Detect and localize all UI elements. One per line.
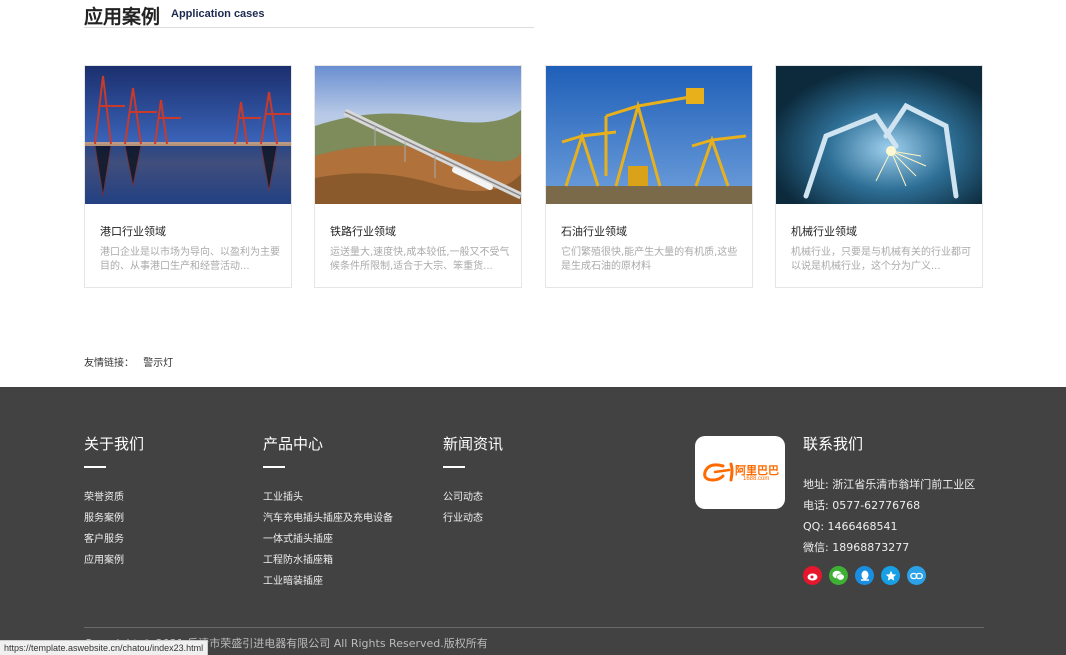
footer-divider — [84, 627, 984, 628]
case-image-machinery[interactable] — [776, 66, 982, 204]
status-url: https://template.aswebsite.cn/chatou/ind… — [4, 643, 204, 653]
social-icons — [803, 566, 926, 585]
title-underline — [443, 466, 465, 468]
case-desc: 运送量大,速度快,成本较低,一般又不受气候条件所限制,适合于大宗、笨重货... — [330, 247, 510, 272]
case-card-port[interactable]: 港口行业领域 港口企业是以市场为导向、以盈利为主要目的、从事港口生产和经营活动.… — [84, 65, 292, 288]
contact-phone: 电话: 0577-62776768 — [803, 499, 921, 512]
qzone-icon[interactable] — [881, 566, 900, 585]
case-card-railway[interactable]: 铁路行业领域 运送量大,速度快,成本较低,一般又不受气候条件所限制,适合于大宗、… — [314, 65, 522, 288]
case-title[interactable]: 港口行业领域 — [100, 223, 166, 239]
section-header: 应用案例 Application cases — [84, 0, 534, 28]
title-underline — [84, 466, 106, 468]
case-title[interactable]: 铁路行业领域 — [330, 223, 396, 239]
contact-wechat: 微信: 18968873277 — [803, 541, 910, 554]
case-title[interactable]: 机械行业领域 — [791, 223, 857, 239]
footer-link[interactable]: 一体式插头插座 — [263, 529, 393, 550]
alibaba-1688-logo[interactable]: 阿里巴巴 1688.com — [695, 436, 785, 509]
footer: 关于我们 荣誉资质 服务案例 客户服务 应用案例 产品中心 工业插头 汽车充电插… — [0, 387, 1066, 655]
footer-link[interactable]: 公司动态 — [443, 487, 503, 508]
footer-about: 关于我们 荣誉资质 服务案例 客户服务 应用案例 — [84, 433, 144, 571]
footer-products: 产品中心 工业插头 汽车充电插头插座及充电设备 一体式插头插座 工程防水插座箱 … — [263, 433, 393, 592]
page: 应用案例 Application cases 港口行业领域 港口企业是以市场为导… — [0, 0, 1066, 655]
case-card-oil[interactable]: 石油行业领域 它们繁殖很快,能产生大量的有机质,这些是生成石油的原材料 — [545, 65, 753, 288]
wechat-icon[interactable] — [829, 566, 848, 585]
case-image-oil[interactable] — [546, 66, 752, 204]
footer-link[interactable]: 工业插头 — [263, 487, 393, 508]
footer-news: 新闻资讯 公司动态 行业动态 — [443, 433, 503, 529]
footer-link[interactable]: 工程防水插座箱 — [263, 550, 393, 571]
case-desc: 港口企业是以市场为导向、以盈利为主要目的、从事港口生产和经营活动... — [100, 247, 280, 272]
case-card-machinery[interactable]: 机械行业领域 机械行业，只要是与机械有关的行业都可以说是机械行业，这个分为广义.… — [775, 65, 983, 288]
section-subtitle: Application cases — [171, 8, 265, 20]
footer-link[interactable]: 汽车充电插头插座及充电设备 — [263, 508, 393, 529]
footer-link[interactable]: 应用案例 — [84, 550, 144, 571]
title-underline — [263, 466, 285, 468]
contact-address: 地址: 浙江省乐清市翁垟门前工业区 — [803, 478, 976, 491]
footer-link[interactable]: 服务案例 — [84, 508, 144, 529]
footer-link[interactable]: 客户服务 — [84, 529, 144, 550]
friend-links: 友情链接： 警示灯 — [84, 354, 173, 369]
footer-products-title[interactable]: 产品中心 — [263, 433, 393, 454]
footer-news-title[interactable]: 新闻资讯 — [443, 433, 503, 454]
footer-link[interactable]: 工业暗装插座 — [263, 571, 393, 592]
qq-icon[interactable] — [855, 566, 874, 585]
footer-contact: 联系我们 地址: 浙江省乐清市翁垟门前工业区 电话: 0577-62776768… — [803, 433, 975, 558]
footer-link[interactable]: 荣誉资质 — [84, 487, 144, 508]
footer-link[interactable]: 行业动态 — [443, 508, 503, 529]
contact-qq: QQ: 1466468541 — [803, 520, 898, 533]
footer-about-title[interactable]: 关于我们 — [84, 433, 144, 454]
footer-contact-title: 联系我们 — [803, 435, 864, 453]
friend-links-label: 友情链接： — [84, 358, 134, 369]
case-desc: 机械行业，只要是与机械有关的行业都可以说是机械行业，这个分为广义... — [791, 247, 971, 272]
case-title[interactable]: 石油行业领域 — [561, 223, 627, 239]
friend-link-item[interactable]: 警示灯 — [143, 358, 173, 369]
section-title: 应用案例 — [84, 6, 161, 28]
logo-domain-text: 1688.com — [743, 476, 770, 482]
case-image-railway[interactable] — [315, 66, 521, 204]
case-image-port[interactable] — [85, 66, 291, 204]
case-desc: 它们繁殖很快,能产生大量的有机质,这些是生成石油的原材料 — [561, 247, 738, 272]
browser-status-bar: https://template.aswebsite.cn/chatou/ind… — [0, 640, 209, 655]
link-icon[interactable] — [907, 566, 926, 585]
weibo-icon[interactable] — [803, 566, 822, 585]
